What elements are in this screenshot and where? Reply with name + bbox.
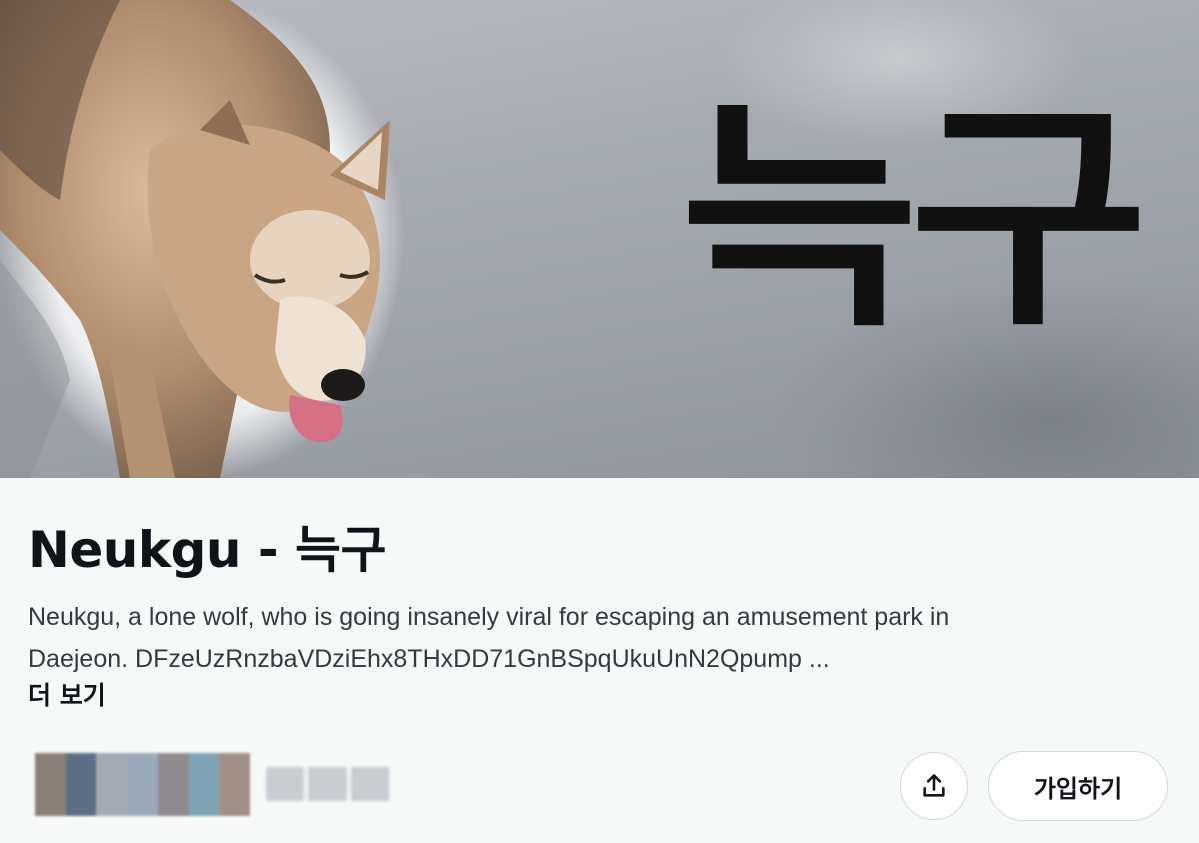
- join-button[interactable]: 가입하기: [988, 751, 1168, 821]
- blurred-text-block: [266, 767, 305, 801]
- avatar: [127, 753, 158, 816]
- avatar: [188, 753, 220, 816]
- description-line: Neukgu, a lone wolf, who is going insane…: [28, 603, 950, 631]
- member-count-text: [266, 767, 389, 801]
- banner-hangul-text: 늑구: [680, 80, 1148, 359]
- share-upload-icon: [923, 774, 945, 797]
- avatar: [157, 753, 189, 816]
- avatar: [219, 753, 250, 816]
- avatar: [35, 753, 66, 816]
- avatar: [96, 753, 128, 816]
- wolf-image: [0, 0, 406, 478]
- community-title: Neukgu - 늑구: [28, 521, 387, 579]
- share-button[interactable]: [900, 752, 968, 820]
- member-avatars[interactable]: [35, 753, 250, 816]
- blurred-text-block: [350, 767, 389, 801]
- blurred-text-block: [308, 767, 347, 801]
- description-line: Daejeon. DFzeUzRnzbaVDziEhx8THxDD71GnBSp…: [28, 645, 830, 673]
- avatar: [65, 753, 97, 816]
- community-banner: 늑구: [0, 0, 1199, 478]
- show-more-link[interactable]: 더 보기: [28, 676, 106, 712]
- community-description: Neukgu, a lone wolf, who is going insane…: [28, 596, 1178, 680]
